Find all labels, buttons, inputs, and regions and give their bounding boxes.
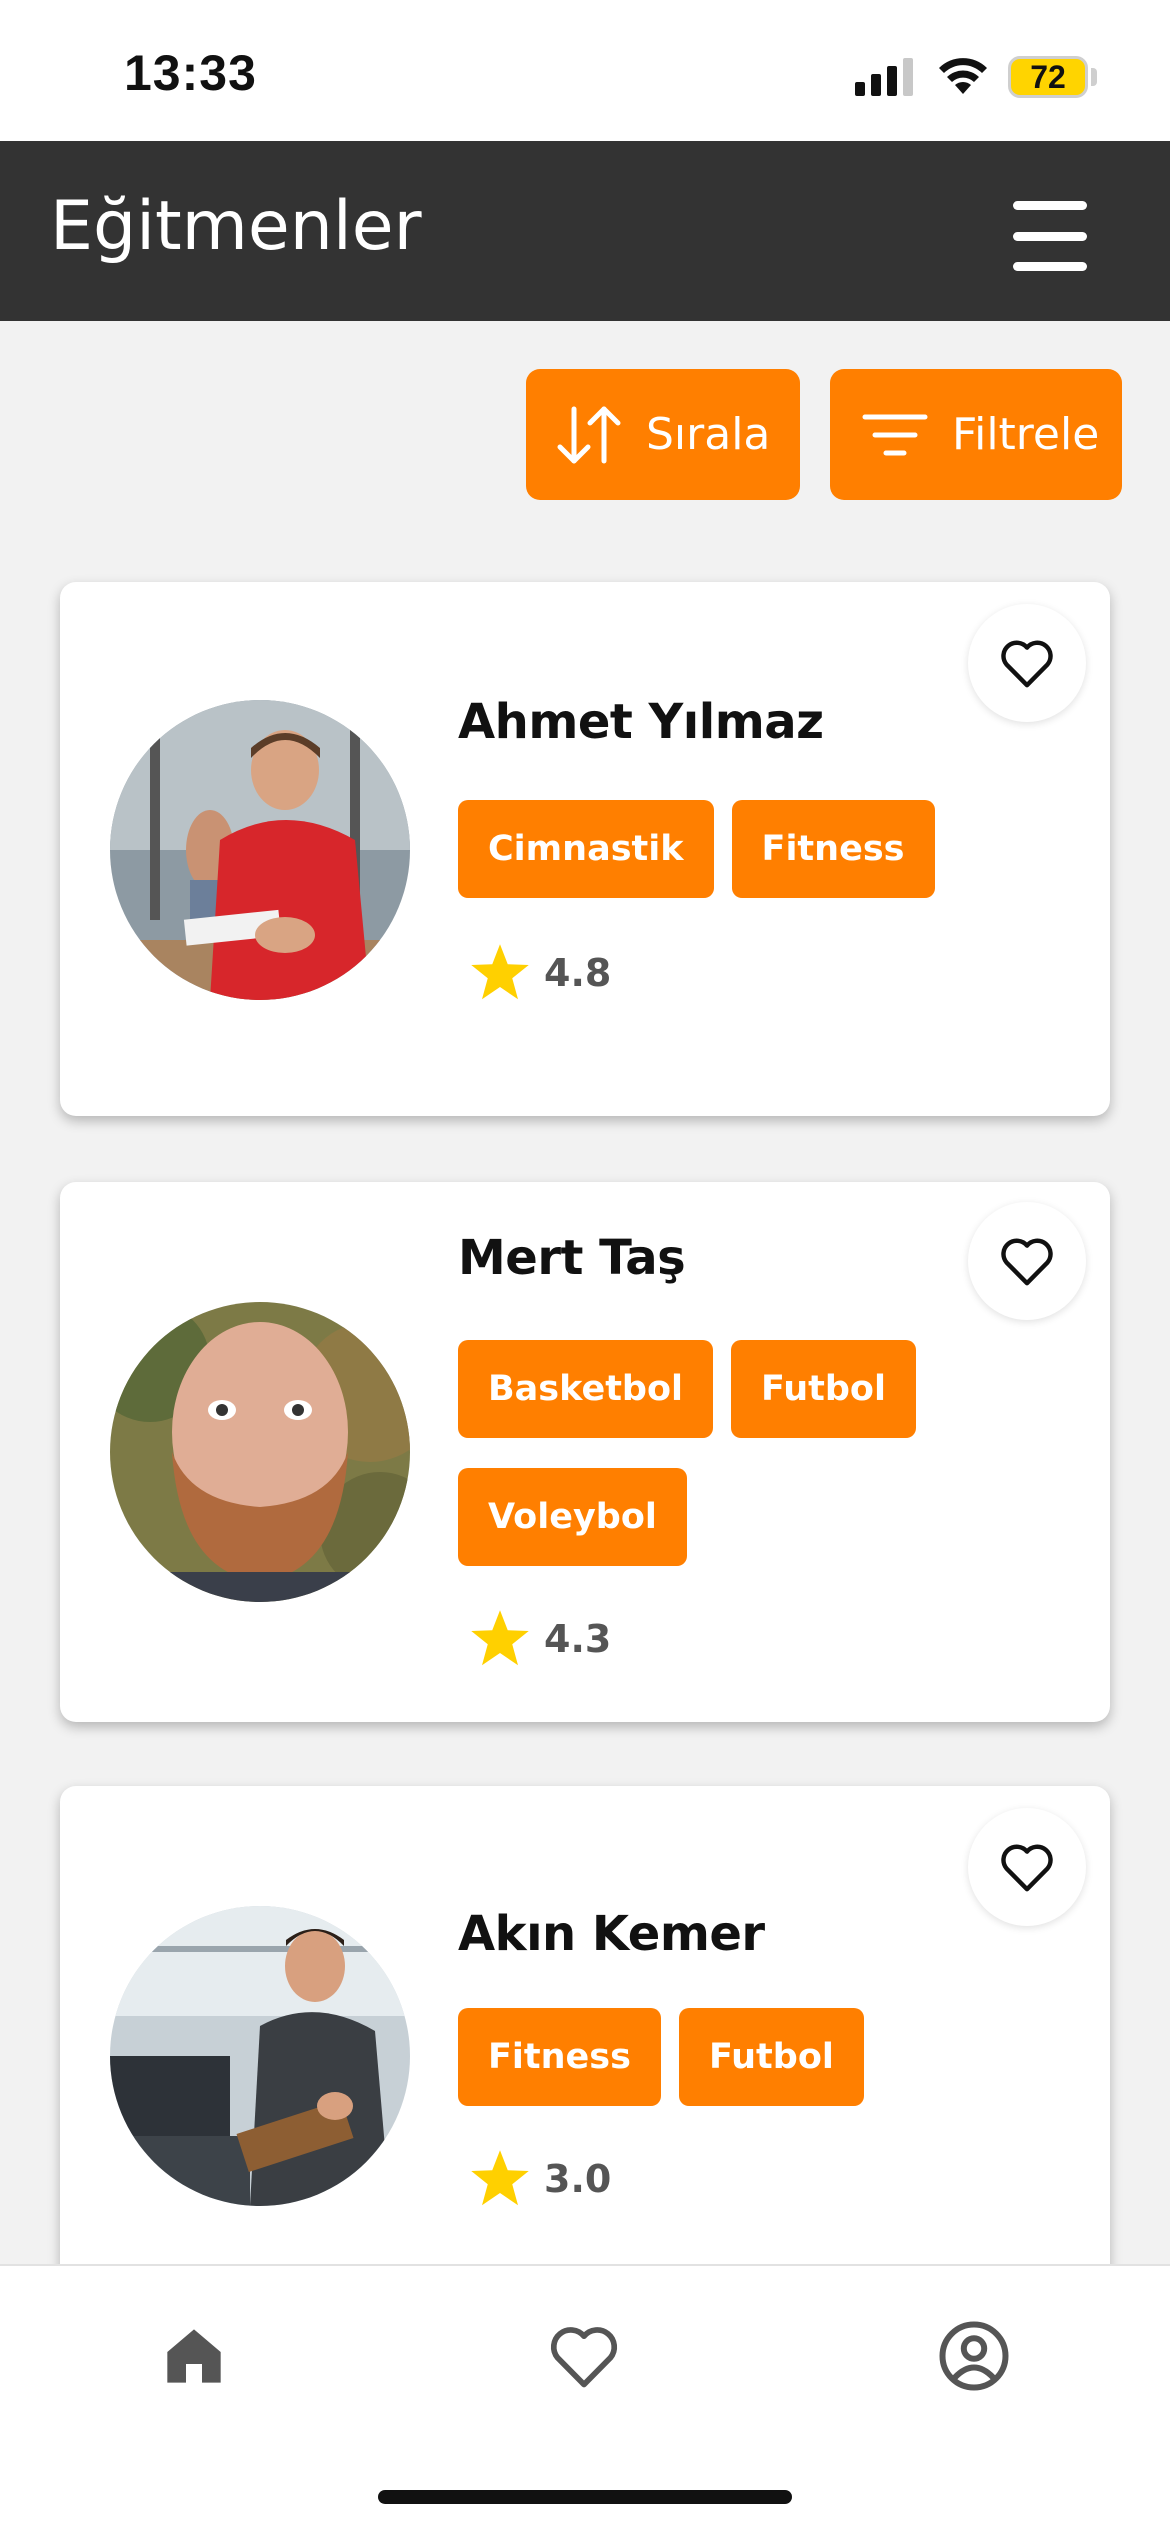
sport-tag: Fitness (458, 2008, 661, 2106)
trainer-name: Mert Taş (458, 1230, 686, 1286)
rating: 3.0 (470, 2150, 611, 2208)
sort-label: Sırala (646, 409, 771, 460)
user-circle-icon (939, 2321, 1009, 2391)
filter-label: Filtrele (952, 409, 1100, 460)
tag-list: Basketbol Futbol Voleybol (458, 1340, 1018, 1566)
nav-favorites[interactable] (544, 2316, 624, 2396)
trainer-card[interactable]: Ahmet Yılmaz Cimnastik Fitness 4.8 (60, 582, 1110, 1116)
filter-lines-icon (862, 414, 928, 455)
heart-outline-icon (1001, 640, 1053, 688)
rating: 4.8 (470, 944, 611, 1002)
star-icon (471, 1610, 529, 1666)
trainer-name: Ahmet Yılmaz (458, 694, 824, 750)
sport-tag: Futbol (678, 2008, 864, 2106)
rating-value: 3.0 (544, 2157, 612, 2201)
trainer-card[interactable]: Akın Kemer Fitness Futbol 3.0 (60, 1786, 1110, 2306)
sport-tag: Voleybol (458, 1468, 687, 1566)
favorite-button[interactable] (968, 1808, 1086, 1926)
tag-list: Fitness Futbol (458, 2008, 1018, 2106)
trainer-avatar (110, 1302, 410, 1602)
rating: 4.3 (470, 1610, 611, 1668)
rating-value: 4.3 (544, 1617, 612, 1661)
tag-list: Cimnastik Fitness (458, 800, 1018, 898)
sort-arrows-icon (557, 406, 621, 463)
battery-level: 72 (1030, 58, 1066, 95)
filter-button[interactable]: Filtrele (830, 369, 1122, 500)
hamburger-icon-line (1013, 201, 1087, 210)
app-header: Eğitmenler (0, 141, 1170, 321)
sport-tag: Futbol (731, 1340, 916, 1438)
status-time: 13:33 (124, 45, 257, 101)
sport-tag: Cimnastik (458, 800, 714, 898)
wifi-icon (939, 58, 987, 94)
star-icon (471, 944, 529, 1000)
nav-profile[interactable] (934, 2316, 1014, 2396)
sort-button[interactable]: Sırala (526, 369, 800, 500)
heart-outline-icon (1001, 1238, 1053, 1286)
status-bar: 13:33 72 (0, 0, 1170, 141)
favorite-button[interactable] (968, 1202, 1086, 1320)
battery-cap (1091, 68, 1097, 86)
menu-button[interactable] (1000, 201, 1100, 271)
trainer-avatar (110, 1906, 410, 2206)
nav-home[interactable] (154, 2316, 234, 2396)
sport-tag: Basketbol (458, 1340, 714, 1438)
page-title: Eğitmenler (50, 187, 422, 266)
home-indicator (378, 2490, 792, 2504)
star-icon (471, 2150, 529, 2206)
rating-value: 4.8 (544, 951, 612, 995)
sport-tag: Fitness (731, 800, 935, 898)
cellular-signal-icon (855, 58, 913, 96)
heart-outline-icon (550, 2327, 618, 2388)
trainer-avatar (110, 700, 410, 1000)
home-icon (167, 2329, 221, 2383)
hamburger-icon-line (1013, 231, 1087, 241)
heart-outline-icon (1001, 1844, 1053, 1892)
trainer-card[interactable]: Mert Taş Basketbol Futbol Voleybol 4.3 (60, 1182, 1110, 1722)
hamburger-icon-line (1013, 262, 1087, 271)
favorite-button[interactable] (968, 604, 1086, 722)
battery-indicator: 72 (1008, 56, 1088, 98)
trainer-name: Akın Kemer (458, 1906, 765, 1962)
